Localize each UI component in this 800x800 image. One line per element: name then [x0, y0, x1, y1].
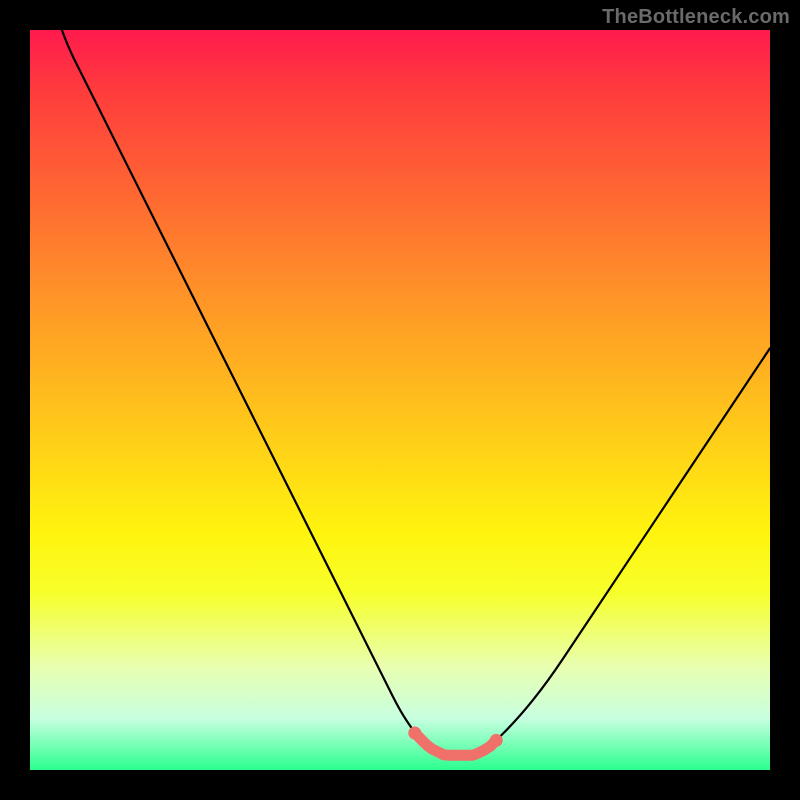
bottleneck-curve [30, 30, 770, 755]
watermark-text: TheBottleneck.com [602, 6, 790, 29]
highlight-endpoint [490, 734, 503, 747]
plot-area [30, 30, 770, 770]
chart-frame: TheBottleneck.com [0, 0, 800, 800]
highlight-endpoint [408, 727, 421, 740]
bottleneck-highlight [415, 733, 496, 755]
chart-svg [30, 30, 770, 770]
